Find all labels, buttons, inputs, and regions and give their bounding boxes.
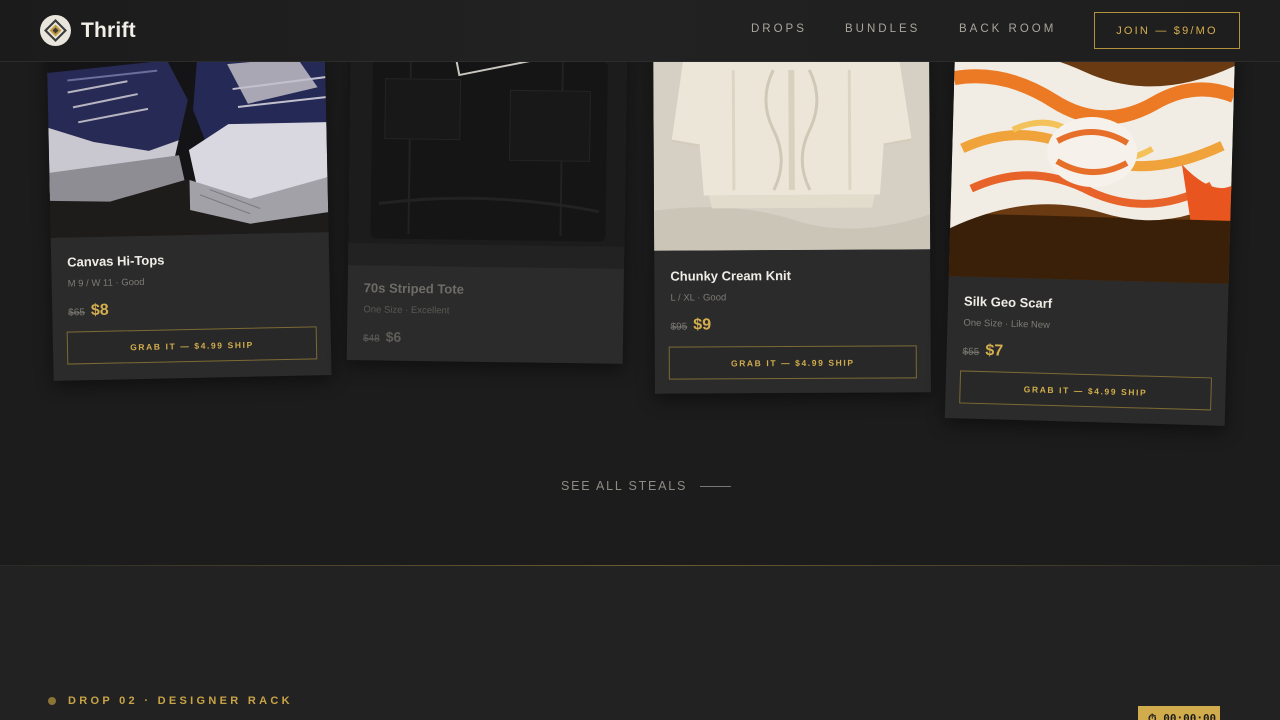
sale-price: $8 [90, 301, 109, 320]
grab-it-button[interactable]: GRAB IT — $4.99 SHIP [66, 326, 318, 365]
nav-link-drops[interactable]: DROPS [751, 23, 807, 35]
product-meta: One Size · Excellent [363, 304, 450, 317]
original-price: $55 [962, 346, 980, 358]
grab-it-button[interactable]: GRAB IT — $4.99 SHIP [959, 370, 1212, 411]
original-price: $48 [362, 333, 380, 345]
nav-link-bundles[interactable]: BUNDLES [845, 23, 920, 35]
original-price: $65 [68, 307, 86, 319]
page: Thrift DROPS BUNDLES BACK ROOM JOIN — $9… [0, 0, 1280, 720]
drop-title: DROP 02 · DESIGNER RACK [68, 695, 293, 707]
nav-link-back-room[interactable]: BACK ROOM [959, 23, 1056, 35]
sale-price: $9 [693, 316, 712, 334]
original-price: $95 [670, 321, 688, 333]
price-row: $48 $6 [363, 328, 607, 347]
brand-name: Thrift [81, 18, 136, 42]
product-title: 70s Striped Tote [363, 280, 464, 297]
product-meta: One Size · Like New [963, 317, 1051, 331]
see-all-label: SEE ALL STEALS [561, 479, 688, 493]
see-all-steals-link[interactable]: SEE ALL STEALS [561, 479, 732, 493]
product-photo-scarf[interactable] [948, 38, 1236, 284]
product-meta: M 9 / W 11 · Good [67, 276, 145, 290]
brand-logo[interactable]: Thrift [40, 15, 136, 46]
product-meta: L / XL · Good [670, 292, 727, 304]
status-dot-icon [48, 697, 56, 705]
product-title[interactable]: Silk Geo Scarf [964, 294, 1212, 316]
product-card-sold[interactable]: SOLD 70s Striped Tote One Size · Excelle… [346, 28, 628, 364]
countdown-timer: ⏱ 00:00:00 [1138, 706, 1220, 720]
designer-rack-section: DROP 02 · DESIGNER RACK ⏱ 00:00:00 [0, 565, 1280, 720]
product-info: Canvas Hi-Tops M 9 / W 11 · Good $65 $8 [51, 249, 330, 321]
product-info: Chunky Cream Knit L / XL · Good $95 $9 [654, 267, 930, 334]
product-card[interactable]: Silk Geo Scarf One Size · Like New $55 $… [944, 38, 1236, 426]
price-row: $65 $8 [68, 297, 314, 320]
product-card[interactable]: Chunky Cream Knit L / XL · Good $95 $9 G… [653, 29, 931, 394]
section-divider [0, 565, 1280, 566]
join-button[interactable]: JOIN — $9/MO [1094, 12, 1240, 49]
product-card[interactable]: Canvas Hi-Tops M 9 / W 11 · Good $65 $8 … [46, 27, 332, 381]
price-row: $95 $9 [671, 315, 915, 334]
product-title[interactable]: Canvas Hi-Tops [67, 249, 313, 270]
product-photo-knit[interactable] [653, 29, 931, 251]
sale-price: $6 [385, 328, 402, 345]
product-info: 70s Striped Tote One Size · Excellent $4… [347, 280, 624, 348]
drop-label: DROP 02 · DESIGNER RACK [48, 695, 293, 707]
product-title[interactable]: Chunky Cream Knit [670, 267, 914, 284]
diamond-logo-icon [40, 15, 71, 46]
sale-price: $7 [985, 342, 1004, 360]
site-header: Thrift DROPS BUNDLES BACK ROOM JOIN — $9… [0, 0, 1280, 62]
price-row: $55 $7 [962, 341, 1210, 366]
product-info: Silk Geo Scarf One Size · Like New $55 $… [946, 293, 1228, 367]
arrow-line-icon [700, 485, 732, 487]
grab-it-button[interactable]: GRAB IT — $4.99 SHIP [668, 345, 917, 380]
